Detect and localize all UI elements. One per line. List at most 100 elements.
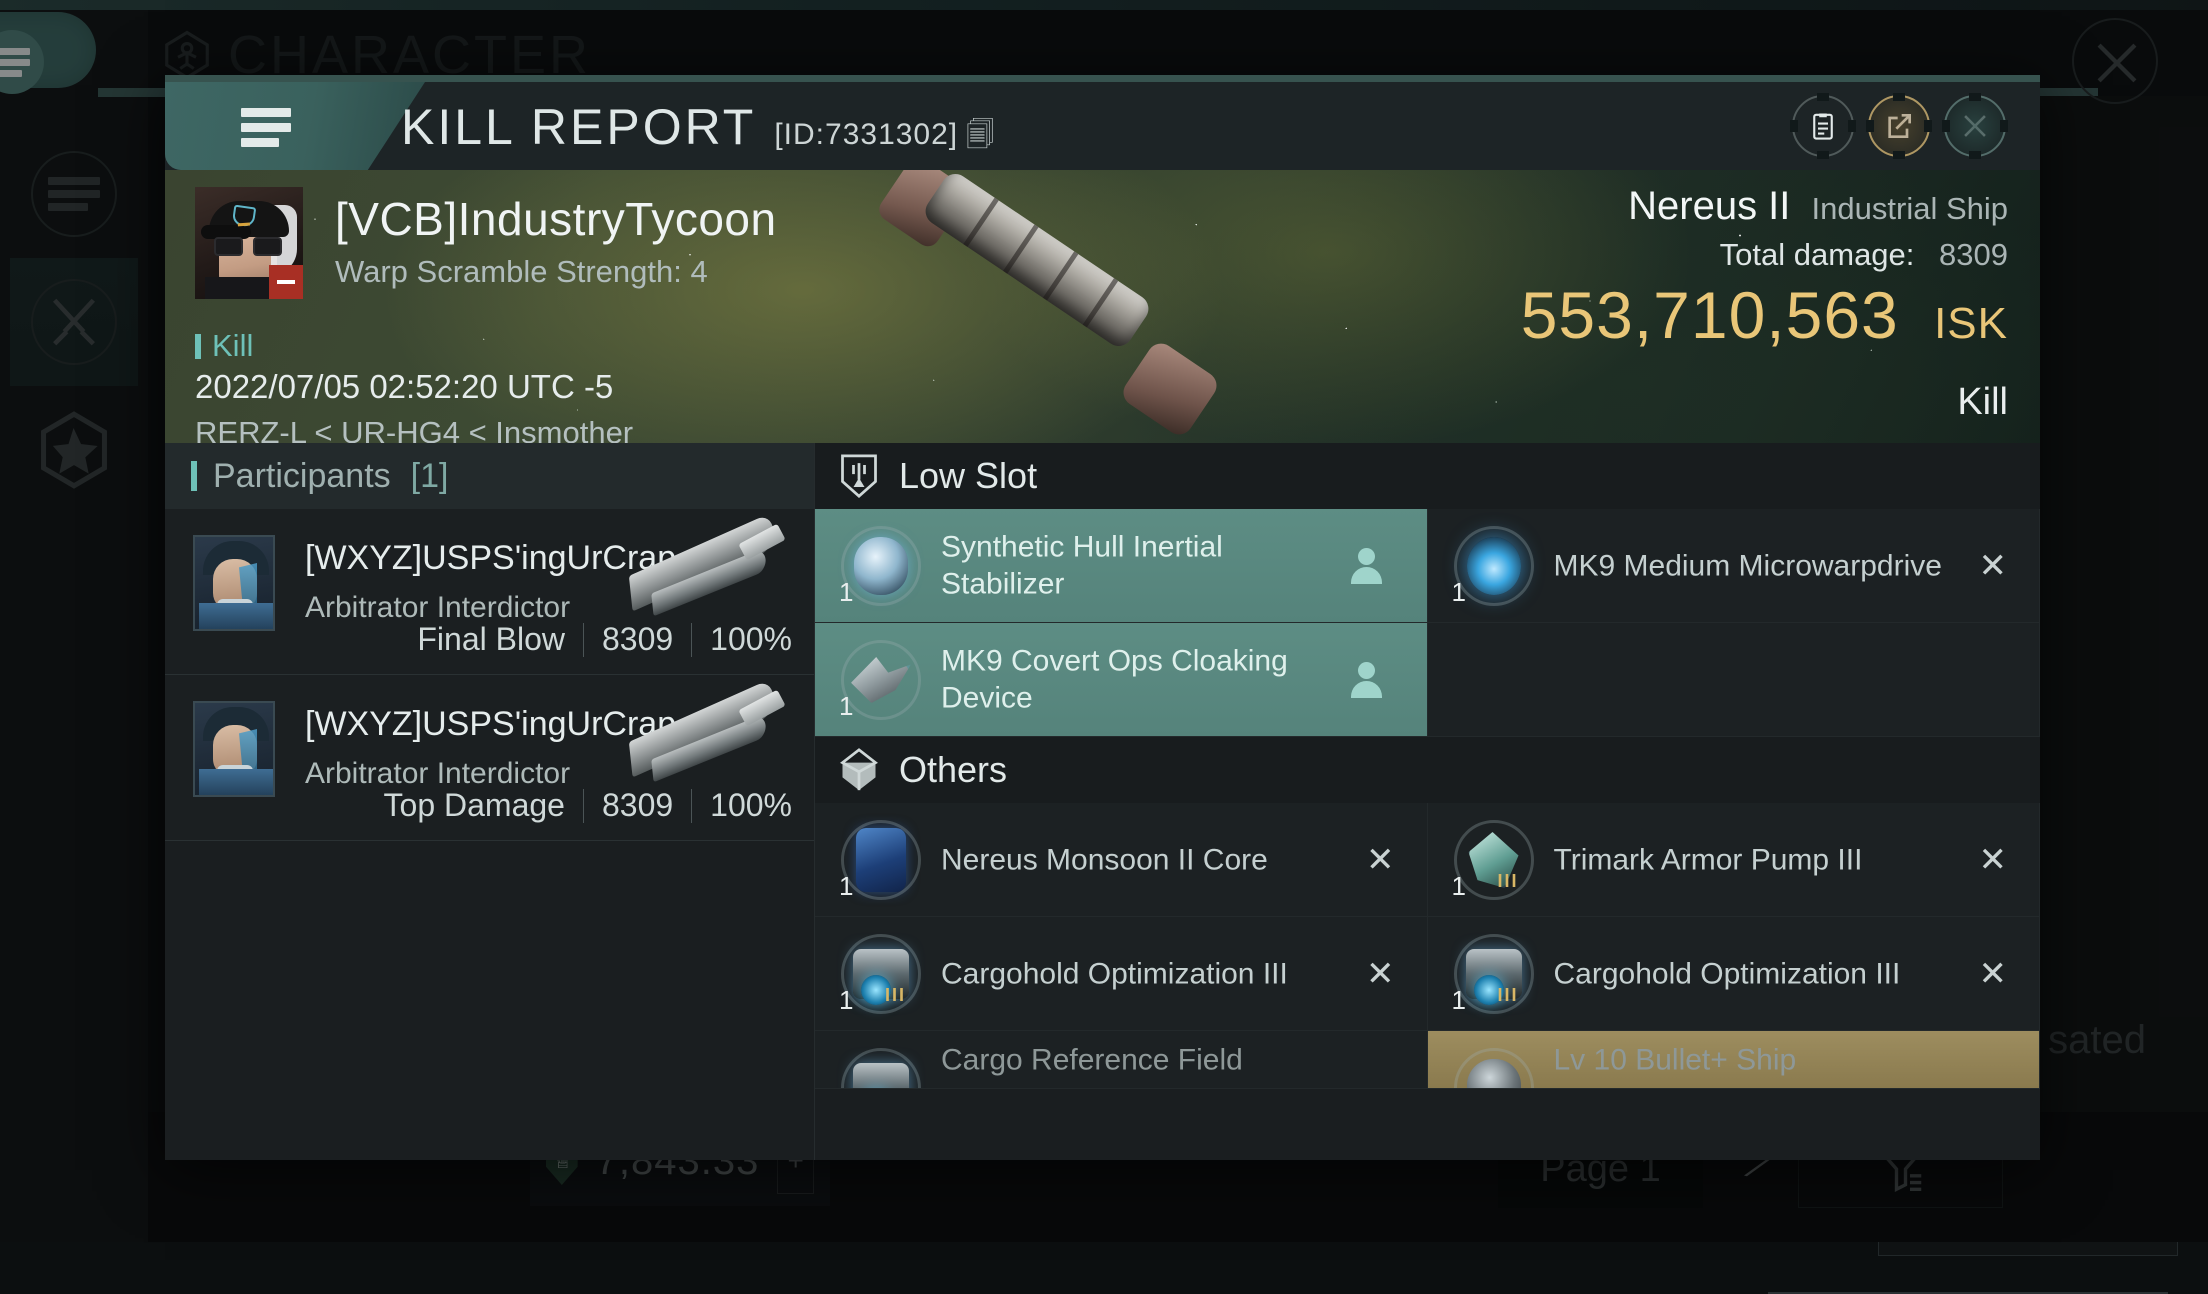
module-name: Cargohold Optimization III: [1554, 955, 1948, 993]
hamburger-menu-icon[interactable]: [241, 108, 291, 153]
module-qty: 1: [1452, 985, 1466, 1016]
close-icon[interactable]: ✕: [1366, 840, 1395, 880]
total-damage-label: Total damage:: [1720, 237, 1915, 272]
table-row[interactable]: [WXYZ]USPS'ingUrCrap Arbitrator Interdic…: [165, 675, 814, 841]
module-item[interactable]: 1 III Cargohold Optimization III ✕: [815, 917, 1428, 1031]
module-qty: 1: [1452, 871, 1466, 902]
participant-percent: 100%: [710, 787, 792, 824]
table-row[interactable]: [WXYZ]USPS'ingUrCrap Arbitrator Interdic…: [165, 509, 814, 675]
module-qty: 1: [839, 985, 853, 1016]
modal-body: Participants [1] [WXYZ]USPS'ingUrCrap Ar…: [165, 443, 2040, 1160]
module-qty: 1: [1452, 577, 1466, 608]
avatar: [193, 701, 275, 797]
microwarpdrive-icon: 1: [1448, 520, 1540, 612]
victim-name: [VCB]IndustryTycoon: [335, 192, 777, 246]
low-slot-label: Low Slot: [899, 455, 1037, 497]
report-id: [ID:7331302]: [774, 118, 958, 152]
low-slot-header: Low Slot: [815, 443, 2040, 509]
cloaking-device-icon: 1: [835, 634, 927, 726]
fitting-panel: Low Slot 1 Synthetic Hull Inertial Stabi…: [815, 443, 2040, 1160]
cargohold-optimization-icon: 1 III: [835, 928, 927, 1020]
module-qty: 1: [839, 577, 853, 608]
ship-name: Nereus II: [1628, 184, 1790, 228]
result-tag-label: Kill: [212, 328, 253, 364]
participant-role: Final Blow: [417, 621, 565, 658]
isk-unit: ISK: [1934, 299, 2008, 348]
module-name: MK9 Covert Ops Cloaking Device: [941, 642, 1335, 717]
close-button[interactable]: [1944, 95, 2006, 157]
modal-top-accent: [165, 75, 2040, 82]
minus-badge-icon: [269, 265, 303, 299]
victim-portrait: [195, 187, 303, 299]
module-name: Nereus Monsoon II Core: [941, 841, 1335, 879]
kill-timestamp: 2022/07/05 02:52:20 UTC -5: [195, 368, 613, 406]
module-item[interactable]: Lv 10 Bullet+ Ship: [1428, 1031, 2041, 1089]
close-icon[interactable]: ✕: [1979, 840, 2008, 880]
bullet-ship-icon: [1448, 1042, 1540, 1089]
page-title: KILL REPORT: [401, 98, 756, 156]
others-header: Others: [815, 737, 2040, 803]
participants-label: Participants: [213, 457, 391, 496]
modal-title-group: KILL REPORT [ID:7331302] 🗐: [401, 98, 994, 162]
cargohold-optimization-icon: 1 III: [1448, 928, 1540, 1020]
kill-hero-banner: [VCB]IndustryTycoon Warp Scramble Streng…: [165, 170, 2040, 443]
clipboard-button[interactable]: [1792, 95, 1854, 157]
participants-count: [1]: [411, 457, 449, 496]
participant-ship-render: [618, 523, 788, 635]
ship-render: [895, 170, 1195, 422]
result-tag: Kill: [195, 328, 253, 364]
close-icon[interactable]: ✕: [1979, 954, 2008, 994]
kill-location: RERZ-L < UR-HG4 < Insmother: [195, 415, 633, 443]
module-item[interactable]: 1 Synthetic Hull Inertial Stabilizer: [815, 509, 1428, 623]
module-qty: 1: [839, 871, 853, 902]
module-item[interactable]: 1 Nereus Monsoon II Core ✕: [815, 803, 1428, 917]
result-label: Kill: [1521, 381, 2008, 424]
module-name: Cargohold Optimization III: [941, 955, 1335, 993]
module-rank: III: [1498, 871, 1519, 892]
participants-header: Participants [1]: [165, 443, 814, 509]
share-button[interactable]: [1868, 95, 1930, 157]
close-icon[interactable]: ✕: [1979, 546, 2008, 586]
module-qty: 1: [839, 691, 853, 722]
person-icon: [1351, 548, 1381, 584]
participant-damage: 8309: [602, 787, 673, 824]
close-icon[interactable]: ✕: [1366, 954, 1395, 994]
module-item[interactable]: 1 MK9 Medium Microwarpdrive ✕: [1428, 509, 2041, 623]
module-name: Trimark Armor Pump III: [1554, 841, 1948, 879]
cargo-reference-field-icon: [835, 1042, 927, 1089]
module-item[interactable]: 1 III Cargohold Optimization III ✕: [1428, 917, 2041, 1031]
total-damage-value: 8309: [1939, 237, 2008, 272]
modal-menu-tab[interactable]: [165, 82, 425, 170]
module-item[interactable]: 1 MK9 Covert Ops Cloaking Device: [815, 623, 1428, 737]
low-slot-shield-icon: [837, 452, 881, 500]
module-item[interactable]: 1 III Trimark Armor Pump III ✕: [1428, 803, 2041, 917]
module-name: Synthetic Hull Inertial Stabilizer: [941, 528, 1335, 603]
others-label: Others: [899, 749, 1007, 791]
participant-ship-render: [618, 689, 788, 801]
others-cube-icon: [837, 746, 881, 794]
avatar: [193, 535, 275, 631]
modal-actions: [1792, 95, 2006, 157]
trimark-armor-pump-icon: 1 III: [1448, 814, 1540, 906]
monsoon-core-icon: 1: [835, 814, 927, 906]
module-item[interactable]: Cargo Reference Field: [815, 1031, 1428, 1089]
modal-title-bar: KILL REPORT [ID:7331302] 🗐: [165, 82, 2040, 170]
participant-stats: Top Damage 8309 100%: [384, 787, 792, 824]
participant-role: Top Damage: [384, 787, 565, 824]
copy-icon[interactable]: 🗐: [966, 114, 994, 162]
victim-subtitle: Warp Scramble Strength: 4: [335, 254, 708, 290]
module-rank: III: [885, 985, 906, 1006]
participants-panel: Participants [1] [WXYZ]USPS'ingUrCrap Ar…: [165, 443, 815, 1160]
participant-ship: Arbitrator Interdictor: [305, 757, 570, 791]
participant-stats: Final Blow 8309 100%: [417, 621, 792, 658]
module-name: MK9 Medium Microwarpdrive: [1554, 547, 1948, 585]
others-grid: 1 Nereus Monsoon II Core ✕ 1 III Trimark…: [815, 803, 2040, 1089]
ship-class: Industrial Ship: [1812, 191, 2008, 226]
kill-report-modal: KILL REPORT [ID:7331302] 🗐: [165, 75, 2040, 1160]
inertial-stabilizer-icon: 1: [835, 520, 927, 612]
module-rank: III: [1498, 985, 1519, 1006]
participant-percent: 100%: [710, 621, 792, 658]
low-slot-grid: 1 Synthetic Hull Inertial Stabilizer 1 M…: [815, 509, 2040, 737]
module-name: Cargo Reference Field: [941, 1041, 1335, 1079]
participant-ship: Arbitrator Interdictor: [305, 591, 570, 625]
